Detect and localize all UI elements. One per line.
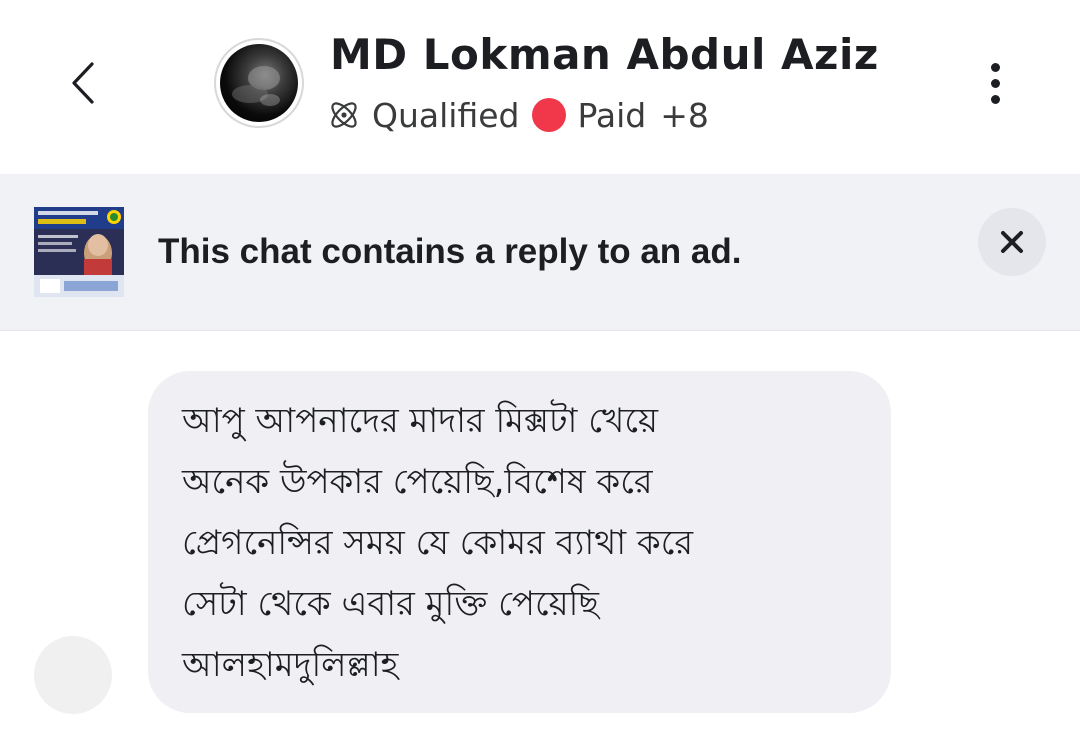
more-vertical-icon [990,94,1000,104]
back-button[interactable] [58,55,108,111]
atom-icon [326,97,362,133]
sender-avatar[interactable] [34,636,112,714]
message-text: আপু আপনাদের মাদার মিক্সটা খেয়ে অনেক উপক… [182,391,861,696]
contact-labels[interactable]: Qualified Paid +8 [326,94,709,136]
chat-header: MD Lokman Abdul Aziz Qualified Paid +8 [0,0,1080,170]
more-labels-count: +8 [660,95,709,135]
message-line: অনেক উপকার পেয়েছি,বিশেষ করে [182,462,653,502]
more-vertical-icon [990,78,1000,88]
close-banner-button[interactable] [978,208,1046,276]
label-qualified: Qualified [372,95,520,135]
incoming-message-bubble[interactable]: আপু আপনাদের মাদার মিক্সটা খেয়ে অনেক উপক… [148,371,891,713]
ad-reply-banner: This chat contains a reply to an ad. [0,174,1080,331]
paid-status-dot [531,98,566,132]
message-line: আলহামদুলিল্লাহ [182,645,399,685]
avatar-photo [220,44,298,122]
contact-avatar[interactable] [214,38,304,128]
close-icon [1001,231,1023,253]
contact-name[interactable]: MD Lokman Abdul Aziz [330,30,879,79]
ad-thumbnail[interactable] [34,207,124,297]
more-vertical-icon [990,62,1000,72]
message-line: আপু আপনাদের মাদার মিক্সটা খেয়ে [182,401,659,441]
message-list[interactable]: আপু আপনাদের মাদার মিক্সটা খেয়ে অনেক উপক… [0,331,1080,750]
ad-reply-notice: This chat contains a reply to an ad. [158,232,742,271]
label-paid: Paid [577,95,647,135]
message-line: সেটা থেকে এবার মুক্তি পেয়েছি [182,584,600,624]
chevron-left-icon [72,62,94,104]
more-options-button[interactable] [970,58,1020,108]
message-line: প্রেগনেন্সির সময় যে কোমর ব্যাথা করে [182,523,694,563]
